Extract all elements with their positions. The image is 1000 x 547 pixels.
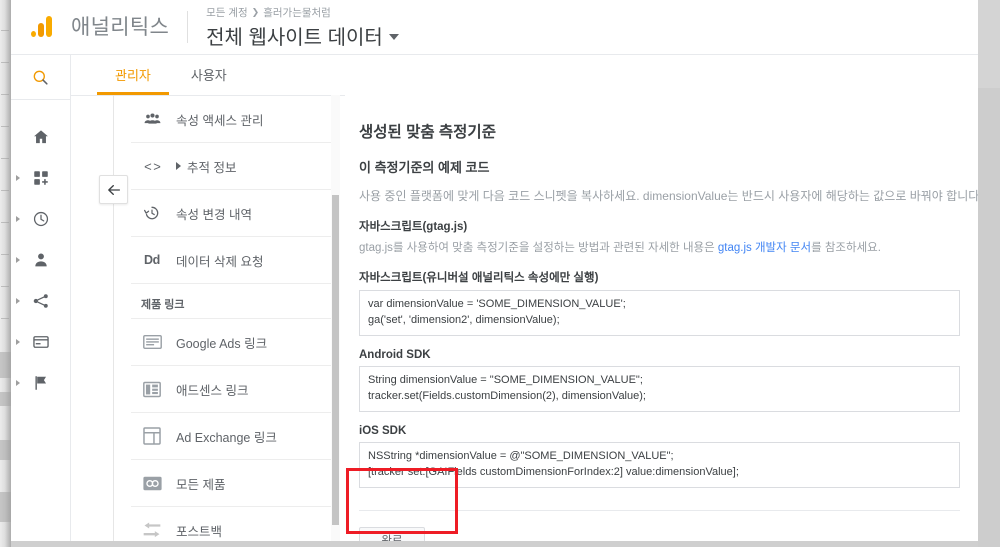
nav-item-ad-exchange-linking[interactable]: Ad Exchange 링크 [131, 413, 331, 460]
expand-arrow-icon [16, 338, 20, 345]
nav-item-tracking-info[interactable]: < > 추적 정보 [131, 143, 331, 190]
rail-item-audience[interactable] [11, 239, 70, 280]
app-header: 애널리틱스 모든 계정 ❯ 흘러가는물처럼 전체 웹사이트 데이터 [11, 0, 978, 55]
gtag-developer-docs-link[interactable]: gtag.js 개발자 문서 [718, 242, 811, 254]
nav-item-google-ads-linking[interactable]: Google Ads 링크 [131, 319, 331, 366]
expand-arrow-icon [16, 297, 20, 304]
nav-divider-bottom [113, 204, 114, 547]
arrow-left-icon [107, 184, 120, 195]
nav-label: Google Ads 링크 [176, 336, 268, 351]
left-icon-rail [11, 55, 71, 547]
header-divider [187, 11, 189, 43]
gtag-paragraph-before: gtag.js를 사용하여 맞춤 측정기준을 설정하는 방법과 관련된 자세한 … [359, 242, 718, 254]
realtime-clock-icon [33, 211, 48, 226]
nav-item-all-products[interactable]: 모든 제품 [131, 460, 331, 507]
nav-label: 데이터 삭제 요청 [176, 254, 264, 269]
admin-tabs: 관리자 사용자 [71, 55, 978, 96]
property-title-block[interactable]: 모든 계정 ❯ 흘러가는물처럼 전체 웹사이트 데이터 [206, 5, 399, 50]
behavior-card-icon [32, 335, 49, 348]
people-group-icon [141, 110, 163, 129]
ad-exchange-icon [141, 427, 163, 445]
javascript-heading: 자바스크립트(유니버설 애널리틱스 속성에만 실행) [359, 272, 599, 284]
section-description: 사용 중인 플랫폼에 맞게 다음 코드 스니펫을 복사하세요. dimensio… [359, 189, 978, 203]
rail-item-behavior[interactable] [11, 321, 70, 362]
ga-logo[interactable] [11, 15, 71, 39]
gtag-heading: 자바스크립트(gtag.js) [359, 221, 468, 233]
section-subtitle: 이 측정기준의 예제 코드 [359, 160, 490, 175]
brand-name: 애널리틱스 [71, 15, 170, 39]
back-button[interactable] [99, 175, 128, 204]
angle-brackets-icon: < > [144, 158, 161, 174]
view-title-text: 전체 웹사이트 데이터 [206, 26, 383, 49]
android-sdk-heading: Android SDK [359, 348, 431, 361]
rail-item-conversions[interactable] [11, 362, 70, 403]
tab-admin-label: 관리자 [115, 68, 151, 83]
history-clock-icon [141, 204, 163, 222]
ios-sdk-heading: iOS SDK [359, 424, 407, 437]
expand-arrow-icon [16, 256, 20, 263]
rail-item-home[interactable] [11, 116, 70, 157]
main-content-panel: 생성된 맞춤 측정기준 이 측정기준의 예제 코드 사용 중인 플랫폼에 맞게 … [345, 95, 978, 547]
nav-scrollbar-thumb[interactable] [332, 195, 339, 525]
gtag-paragraph: gtag.js를 사용하여 맞춤 측정기준을 설정하는 방법과 관련된 자세한 … [359, 239, 960, 255]
nav-item-property-access-management[interactable]: 속성 액세스 관리 [131, 96, 331, 143]
tab-users[interactable]: 사용자 [169, 65, 245, 95]
nav-item-data-deletion-requests[interactable]: Dd 데이터 삭제 요청 [131, 237, 331, 284]
content-divider [359, 509, 960, 511]
nav-label: 추적 정보 [176, 157, 236, 176]
nav-label: Ad Exchange 링크 [176, 430, 277, 445]
breadcrumb-account[interactable]: 모든 계정 [206, 5, 248, 20]
nav-label: 속성 액세스 관리 [176, 113, 264, 128]
expand-arrow-icon[interactable] [176, 162, 181, 170]
search-icon [33, 70, 48, 85]
google-analytics-admin-page: 애널리틱스 모든 계정 ❯ 흘러가는물처럼 전체 웹사이트 데이터 관리자 사용… [0, 0, 1000, 547]
property-settings-nav: 속성 액세스 관리 < > 추적 정보 속성 변경 내역 Dd 데이터 삭제 요… [131, 95, 331, 547]
javascript-code-block[interactable]: var dimensionValue = 'SOME_DIMENSION_VAL… [359, 290, 960, 336]
screen-capture-edge-artifact [0, 0, 11, 547]
all-products-link-icon [141, 476, 163, 491]
rail-item-realtime[interactable] [11, 198, 70, 239]
gtag-paragraph-after: 를 참조하세요. [811, 242, 881, 254]
nav-divider-top [113, 95, 114, 175]
breadcrumb-property[interactable]: 흘러가는물처럼 [263, 5, 331, 20]
rail-item-customization[interactable] [11, 157, 70, 198]
nav-label: 모든 제품 [176, 477, 226, 492]
dd-text-icon: Dd [143, 253, 161, 267]
search-button[interactable] [11, 55, 70, 100]
audience-person-icon [34, 252, 47, 266]
android-code-block[interactable]: String dimensionValue = "SOME_DIMENSION_… [359, 365, 960, 412]
nav-item-property-change-history[interactable]: 속성 변경 내역 [131, 190, 331, 237]
home-icon [33, 129, 48, 143]
page-scrollbar-bottom[interactable] [11, 541, 978, 547]
nav-label: 속성 변경 내역 [176, 207, 252, 222]
nav-section-product-links: 제품 링크 [131, 284, 331, 319]
expand-arrow-icon [16, 379, 20, 386]
rail-item-acquisition[interactable] [11, 280, 70, 321]
google-ads-icon [141, 334, 163, 350]
expand-arrow-icon [16, 215, 20, 222]
caret-down-icon[interactable] [388, 34, 399, 40]
nav-label: 포스트백 [176, 524, 223, 539]
page-scrollbar-right-top [978, 0, 1000, 88]
page-title: 생성된 맞춤 측정기준 [359, 124, 496, 141]
tab-users-label: 사용자 [190, 68, 227, 83]
customization-grid-plus-icon [33, 170, 48, 185]
conversions-flag-icon [34, 375, 46, 390]
postback-icon [141, 521, 163, 539]
acquisition-share-icon [33, 293, 48, 308]
google-analytics-logo [30, 15, 52, 37]
breadcrumb-separator-icon: ❯ [251, 6, 260, 17]
breadcrumb[interactable]: 모든 계정 ❯ 흘러가는물처럼 [206, 5, 399, 20]
tab-admin[interactable]: 관리자 [97, 65, 169, 95]
adsense-icon [141, 381, 163, 398]
expand-arrow-icon [16, 174, 20, 181]
nav-item-adsense-linking[interactable]: 애드센스 링크 [131, 366, 331, 413]
nav-label: 애드센스 링크 [176, 383, 249, 398]
ios-code-block[interactable]: NSString *dimensionValue = @"SOME_DIMENS… [359, 441, 960, 488]
view-selector[interactable]: 전체 웹사이트 데이터 [206, 21, 399, 50]
